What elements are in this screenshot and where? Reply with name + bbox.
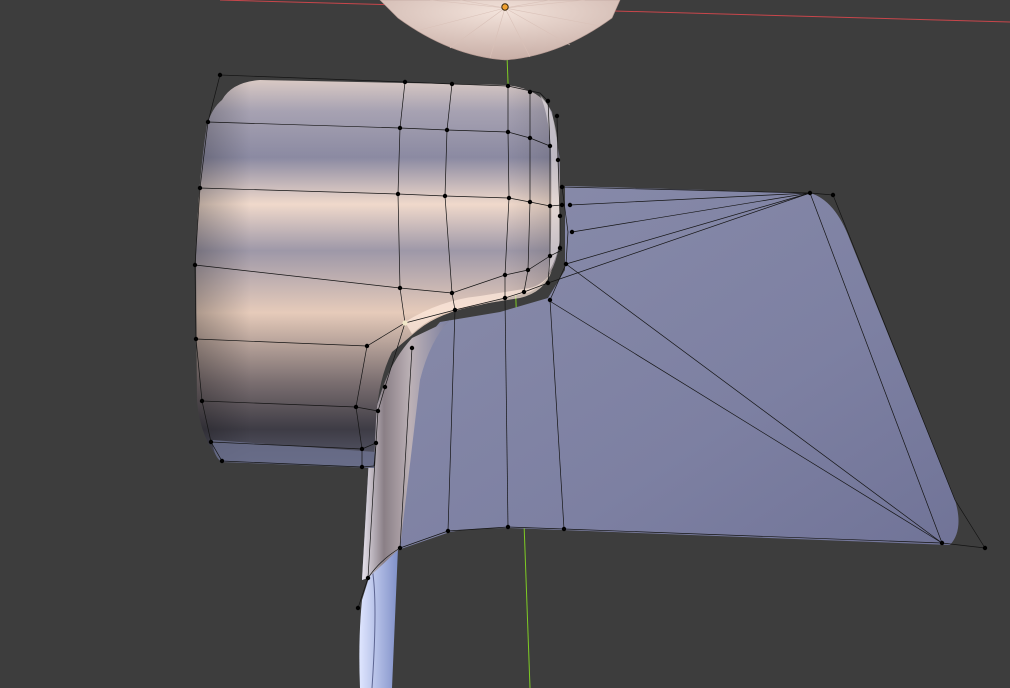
viewport-canvas[interactable] <box>0 0 1010 688</box>
dome-object[interactable] <box>379 0 621 61</box>
3d-viewport[interactable] <box>0 0 1010 688</box>
object-origin-icon[interactable] <box>501 3 509 11</box>
